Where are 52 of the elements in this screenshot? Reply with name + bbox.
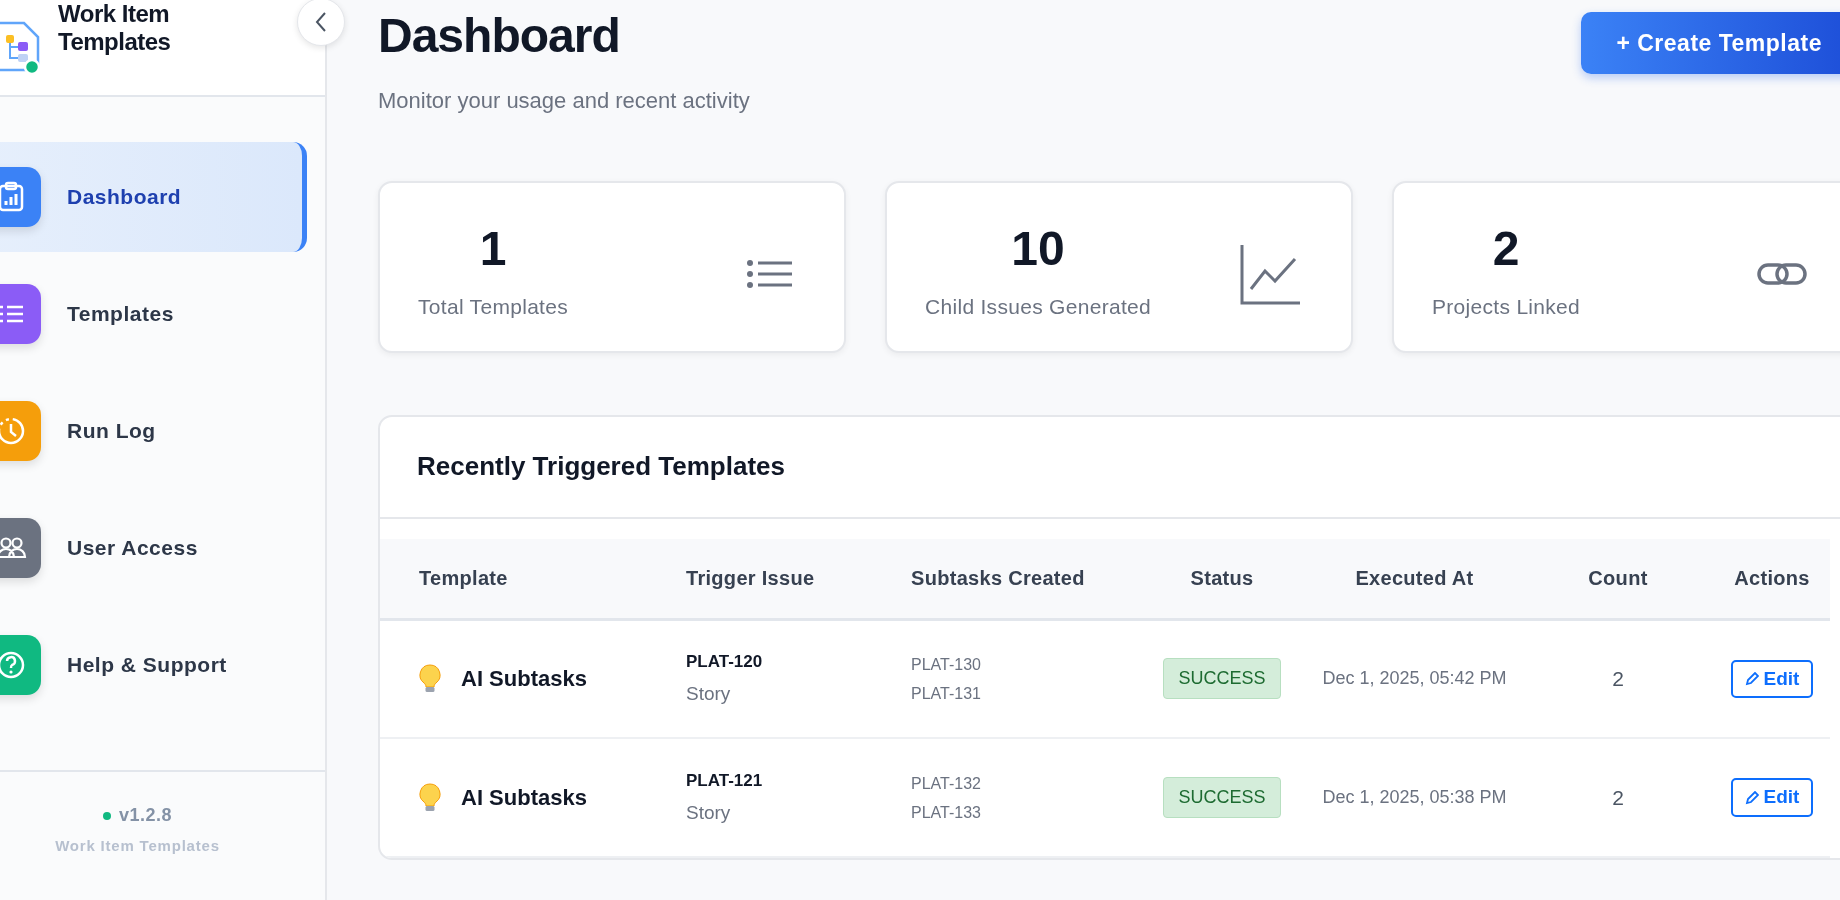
edit-button[interactable]: Edit xyxy=(1730,659,1814,698)
lightbulb-icon xyxy=(419,663,441,694)
sidebar-item[interactable]: Run Log xyxy=(0,376,307,486)
subtask-key: PLAT-132 xyxy=(911,768,1137,798)
status-dot-icon xyxy=(102,811,111,820)
stat-label: Projects Linked xyxy=(1432,294,1581,321)
count-value: 2 xyxy=(1612,667,1624,690)
page-subtitle: Monitor your usage and recent activity xyxy=(378,87,750,115)
subtask-key: PLAT-131 xyxy=(911,678,1137,708)
column-header: Subtasks Created xyxy=(872,539,1137,619)
stat-value: 2 xyxy=(1491,225,1521,274)
stat-value: 1 xyxy=(478,225,508,274)
subtask-key: PLAT-133 xyxy=(911,797,1137,827)
trigger-issue-key: PLAT-120 xyxy=(686,648,872,675)
executed-at: Dec 1, 2025, 05:42 PM xyxy=(1322,668,1507,689)
create-template-button[interactable]: + Create Template xyxy=(1581,12,1840,74)
sidebar-item[interactable]: User Access xyxy=(0,493,307,603)
page-title: Dashboard xyxy=(378,12,621,60)
stat-label: Total Templates xyxy=(418,294,569,321)
collapse-button[interactable] xyxy=(297,0,345,46)
template-name: AI Subtasks xyxy=(461,784,587,812)
column-header: Template xyxy=(380,539,647,619)
column-header: Trigger Issue xyxy=(647,539,872,619)
chevron-left-icon xyxy=(314,11,328,33)
template-name: AI Subtasks xyxy=(461,665,587,694)
footer-app-name: Work Item Templates xyxy=(55,836,220,856)
trigger-issue-key: PLAT-121 xyxy=(686,767,872,793)
issue-type: Story xyxy=(686,801,732,825)
pencil-icon xyxy=(1744,790,1759,805)
version-label: v1.2.8 xyxy=(118,804,172,827)
lightbulb-icon xyxy=(419,782,441,813)
column-header: Count xyxy=(1522,539,1714,619)
line-chart-icon xyxy=(1239,243,1301,305)
subtask-key: PLAT-130 xyxy=(911,649,1137,679)
column-header: Status xyxy=(1137,539,1307,619)
sidebar-item[interactable]: Help & Support xyxy=(0,610,307,720)
app-title: Work Item Templates xyxy=(58,0,172,56)
status-badge: SUCCESS xyxy=(1163,777,1281,818)
stat-value: 10 xyxy=(1010,225,1066,274)
edit-button[interactable]: Edit xyxy=(1730,778,1814,817)
link-icon xyxy=(1756,260,1808,288)
issue-type: Story xyxy=(686,682,732,707)
panel-title: Recently Triggered Templates xyxy=(380,417,1840,519)
column-header: Actions xyxy=(1714,539,1830,619)
pencil-icon xyxy=(1744,671,1759,686)
executed-at: Dec 1, 2025, 05:38 PM xyxy=(1322,787,1507,807)
stat-label: Child Issues Generated xyxy=(925,294,1152,321)
sidebar-item[interactable]: Dashboard xyxy=(0,142,307,252)
sidebar-item[interactable]: Templates xyxy=(0,259,307,369)
status-badge: SUCCESS xyxy=(1163,658,1281,700)
column-header: Executed At xyxy=(1307,539,1522,619)
count-value: 2 xyxy=(1612,785,1624,809)
